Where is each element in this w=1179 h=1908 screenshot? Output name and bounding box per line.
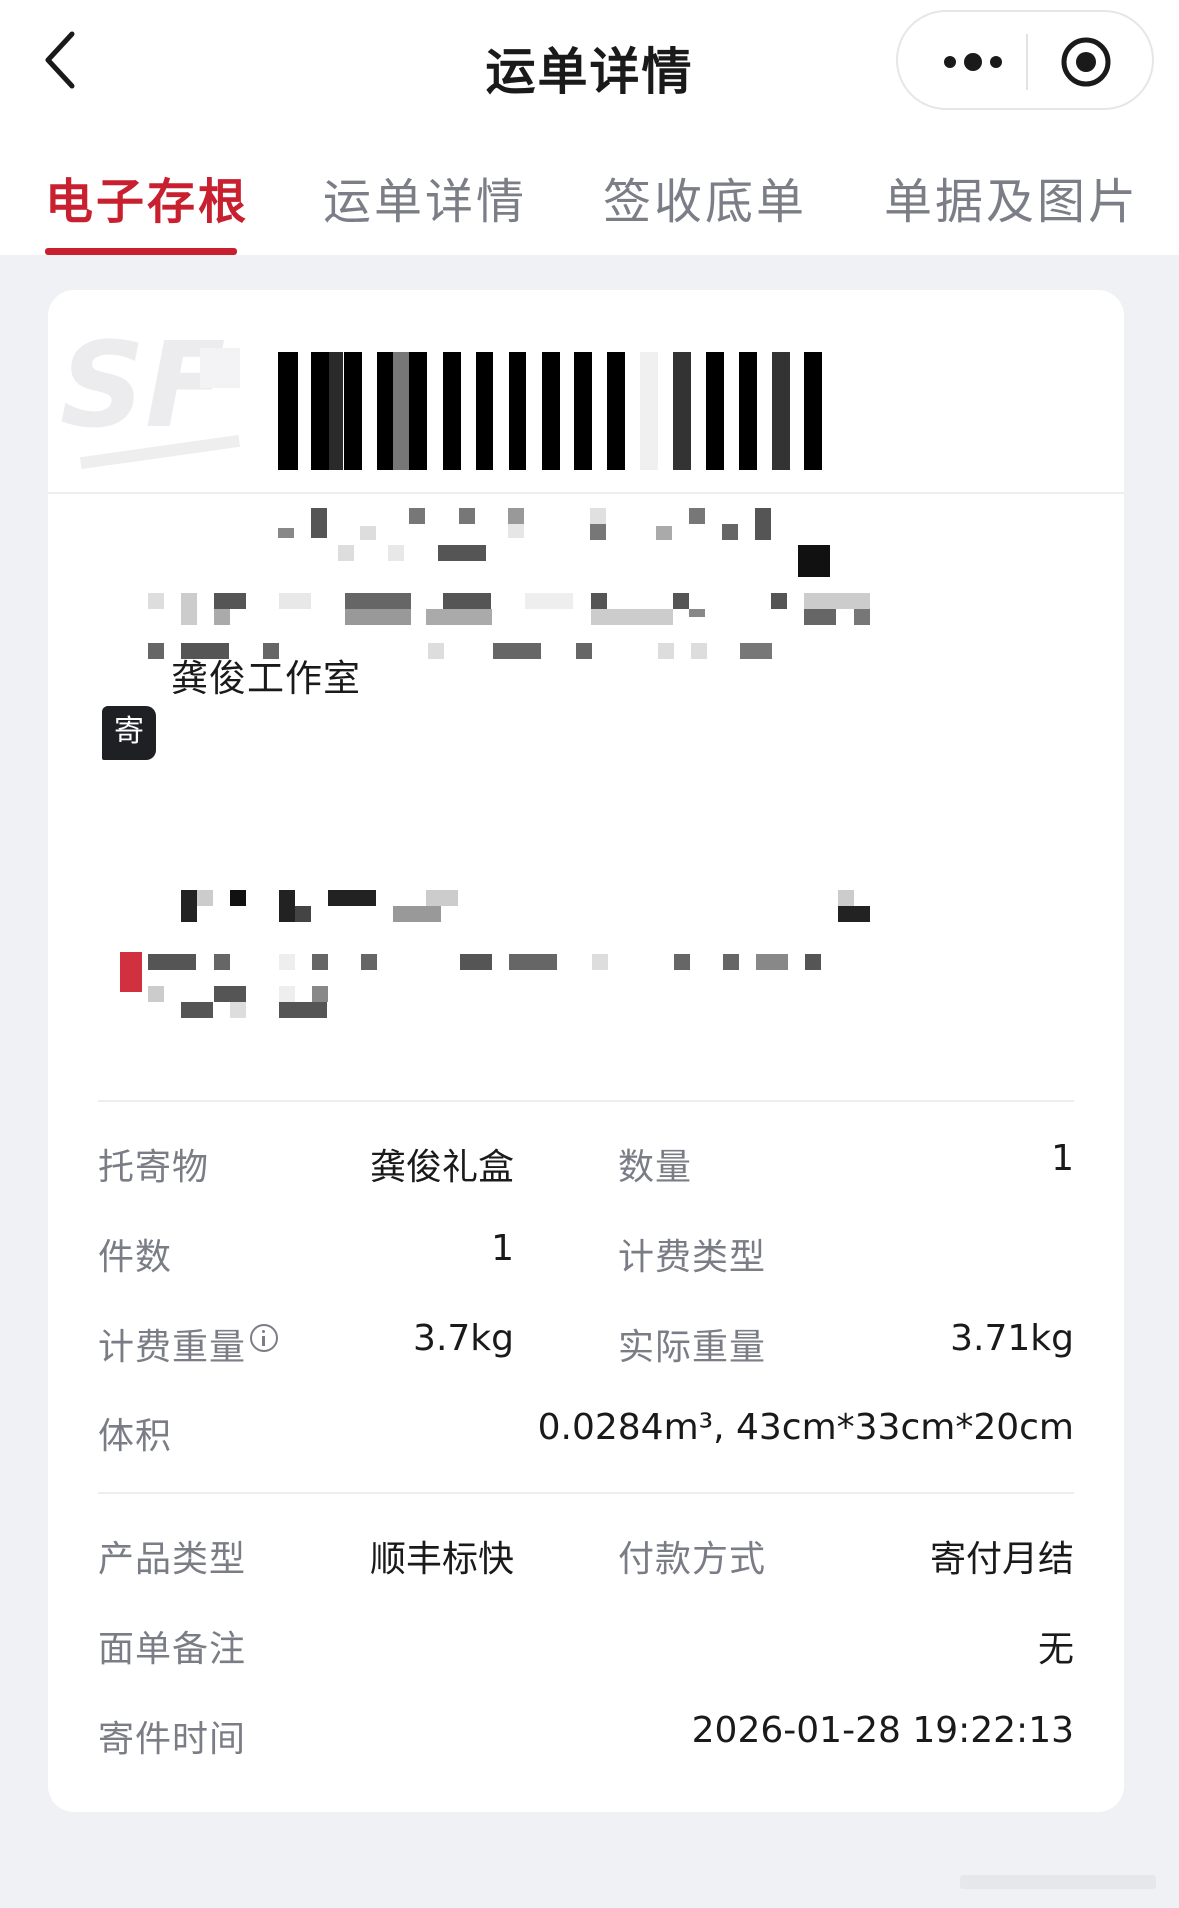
section-divider [98,1492,1074,1494]
sender-address-mosaic [148,545,870,659]
section-divider [98,1100,1074,1102]
stub-card: SF 龚俊工作室 寄 托寄物 龚俊礼盒 数量 1 件数 1 计费类型 计费重量 … [48,290,1124,1812]
billing-type-label: 计费类型 [618,1237,767,1278]
capsule-divider [1026,34,1028,90]
cargo-label: 托寄物 [98,1147,210,1188]
volume-value: 0.0284m³, 43cm*33cm*20cm [537,1407,1074,1448]
top-bar: 运单详情 电子存根 运单详情 签收底单 单据及图片 [0,0,1179,255]
payment-label: 付款方式 [618,1539,767,1580]
watermark-mosaic [960,1875,1156,1889]
sender-badge: 寄 [102,706,156,760]
quantity-label: 数量 [618,1147,693,1188]
cargo-value: 龚俊礼盒 [369,1147,514,1188]
billed-weight-value: 3.7kg [413,1318,514,1359]
more-dots-icon[interactable] [936,42,1046,82]
quantity-value: 1 [1051,1138,1074,1179]
tab-stub[interactable]: 电子存根 [45,162,249,232]
receiver-address-mosaic [148,890,870,1018]
tab-waybill-details[interactable]: 运单详情 [323,162,527,232]
actual-weight-value: 3.71kg [950,1318,1074,1359]
payment-value: 寄付月结 [929,1539,1074,1580]
volume-label: 体积 [98,1416,173,1457]
pieces-value: 1 [491,1228,514,1269]
tab-bar: 电子存根 运单详情 签收底单 单据及图片 [0,160,1179,255]
remark-label: 面单备注 [98,1629,247,1670]
product-type-value: 顺丰标快 [369,1539,514,1580]
section-divider [48,492,1124,494]
product-type-label: 产品类型 [98,1539,247,1580]
waybill-barcode[interactable] [278,352,988,470]
info-icon[interactable] [250,1324,278,1352]
send-time-label: 寄件时间 [98,1719,247,1760]
tab-signed-receipt[interactable]: 签收底单 [603,162,807,232]
mini-program-capsule [896,10,1154,110]
actual-weight-label: 实际重量 [618,1327,767,1368]
target-close-icon[interactable] [1058,34,1114,90]
send-time-value: 2026-01-28 19:22:13 [691,1710,1074,1751]
billed-weight-label: 计费重量 [98,1327,247,1368]
remark-value: 无 [1037,1629,1074,1670]
tab-documents-images[interactable]: 单据及图片 [884,162,1139,232]
receiver-badge [120,952,142,992]
tab-active-indicator [45,248,237,255]
pieces-label: 件数 [98,1237,173,1278]
sf-logo-watermark-icon: SF [60,316,241,470]
